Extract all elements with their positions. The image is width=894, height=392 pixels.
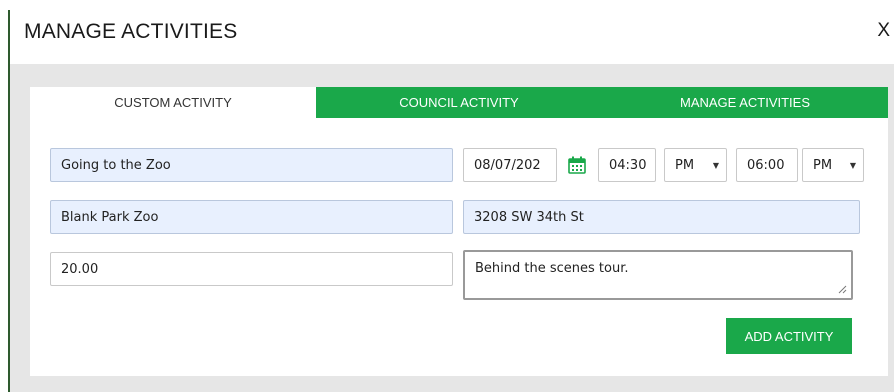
manage-activities-modal: MANAGE ACTIVITIES X CUSTOM ACTIVITY COUN… xyxy=(0,0,894,392)
address-input[interactable]: 3208 SW 34th St xyxy=(463,200,860,234)
modal-title: MANAGE ACTIVITIES xyxy=(24,20,238,43)
add-activity-button[interactable]: ADD ACTIVITY xyxy=(726,318,852,354)
activity-tabs: CUSTOM ACTIVITY COUNCIL ACTIVITY MANAGE … xyxy=(30,87,888,118)
chevron-down-icon: ▼ xyxy=(849,161,856,170)
start-time-input[interactable]: 04:30 xyxy=(598,148,656,182)
chevron-down-icon: ▼ xyxy=(712,161,719,170)
activity-name-input[interactable]: Going to the Zoo xyxy=(50,148,453,182)
notes-text: Behind the scenes tour. xyxy=(475,261,629,276)
modal-header: MANAGE ACTIVITIES X xyxy=(10,0,894,64)
start-ampm-value: PM xyxy=(675,157,695,173)
end-time-input[interactable]: 06:00 xyxy=(736,148,798,182)
tab-council-activity[interactable]: COUNCIL ACTIVITY xyxy=(316,87,602,118)
start-ampm-select[interactable]: PM ▼ xyxy=(664,148,727,182)
end-ampm-select[interactable]: PM ▼ xyxy=(802,148,864,182)
notes-textarea[interactable]: Behind the scenes tour. xyxy=(463,250,853,300)
tab-manage-activities[interactable]: MANAGE ACTIVITIES xyxy=(602,87,888,118)
date-input[interactable]: 08/07/202 xyxy=(463,148,557,182)
calendar-icon[interactable] xyxy=(568,156,586,174)
location-name-input[interactable]: Blank Park Zoo xyxy=(50,200,453,234)
cost-input[interactable]: 20.00 xyxy=(50,252,453,286)
resize-grip-icon[interactable] xyxy=(837,284,847,294)
close-button[interactable]: X xyxy=(877,20,890,42)
tab-custom-activity[interactable]: CUSTOM ACTIVITY xyxy=(30,87,316,118)
end-ampm-value: PM xyxy=(813,157,833,173)
